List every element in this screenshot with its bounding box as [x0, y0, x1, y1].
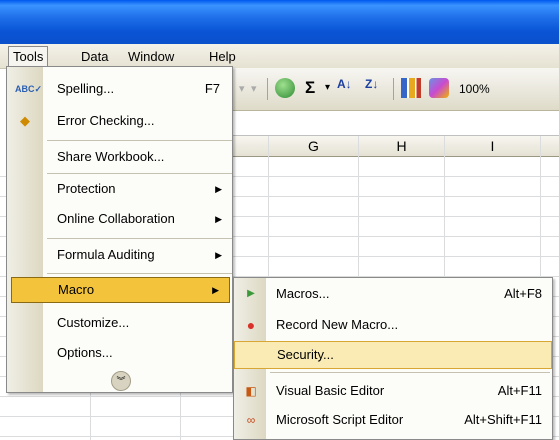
menu-tools[interactable]: Tools — [8, 46, 49, 66]
expand-menu-chevron-icon[interactable]: ︾ — [111, 371, 131, 391]
menu-item-security[interactable]: Security... — [234, 341, 552, 369]
menu-item-error-checking[interactable]: Error Checking... — [43, 108, 232, 134]
play-macro-icon: ▶ — [247, 288, 255, 299]
hyperlink-icon[interactable] — [275, 78, 295, 98]
menu-item-customize[interactable]: Customize... — [43, 310, 232, 336]
menu-item-record-new-macro[interactable]: Record New Macro... — [266, 311, 552, 339]
autosum-icon[interactable]: Σ — [305, 78, 315, 98]
menu-item-protection[interactable]: Protection ▶ — [43, 176, 232, 202]
tools-menu: ABC✓ Spelling... F7 ◆ Error Checking... … — [6, 66, 233, 393]
error-checking-icon: ◆ — [20, 113, 30, 128]
macro-submenu: ▶ Macros... Alt+F8 ● Record New Macro...… — [233, 277, 553, 440]
menu-item-online-collaboration[interactable]: Online Collaboration ▶ — [43, 206, 232, 232]
redo-dropdown-icon[interactable]: ▾ — [251, 82, 257, 95]
standard-toolbar: ▾ ▾ Σ ▾ A↓ Z↓ 100% — [233, 68, 559, 111]
chart-wizard-icon[interactable] — [401, 78, 421, 98]
submenu-arrow-icon: ▶ — [215, 250, 222, 260]
zoom-select[interactable]: 100% — [455, 79, 511, 99]
menu-window[interactable]: Window — [128, 48, 174, 65]
undo-dropdown-icon[interactable]: ▾ — [239, 82, 245, 95]
sort-descending-icon[interactable]: Z↓ — [365, 77, 378, 91]
column-header-g[interactable]: G — [269, 136, 359, 156]
menu-data[interactable]: Data — [81, 48, 108, 65]
drawing-icon[interactable] — [429, 78, 449, 98]
script-editor-icon: ∞ — [246, 413, 256, 427]
menu-item-share-workbook[interactable]: Share Workbook... — [43, 144, 232, 170]
menu-item-macro[interactable]: Macro ▶ — [11, 277, 230, 303]
window-title-bar — [0, 0, 559, 44]
column-header-f[interactable] — [233, 136, 269, 156]
menu-help[interactable]: Help — [209, 48, 236, 65]
submenu-arrow-icon: ▶ — [212, 285, 219, 295]
submenu-arrow-icon: ▶ — [215, 184, 222, 194]
autosum-dropdown-icon[interactable]: ▾ — [325, 82, 330, 93]
column-header-i[interactable]: I — [445, 136, 541, 156]
menu-item-formula-auditing[interactable]: Formula Auditing ▶ — [43, 242, 232, 268]
menu-item-visual-basic-editor[interactable]: Visual Basic Editor Alt+F11 — [266, 377, 552, 405]
sort-ascending-icon[interactable]: A↓ — [337, 77, 352, 91]
column-headers: G H I — [233, 136, 559, 157]
menu-item-options[interactable]: Options... — [43, 340, 232, 366]
menu-item-spelling[interactable]: Spelling... F7 — [43, 76, 232, 102]
vb-editor-icon: ◧ — [245, 384, 257, 398]
column-header-h[interactable]: H — [359, 136, 445, 156]
menu-item-microsoft-script-editor[interactable]: Microsoft Script Editor Alt+Shift+F11 — [266, 406, 552, 434]
menu-item-macros[interactable]: Macros... Alt+F8 — [266, 280, 552, 308]
spelling-abc-icon: ABC✓ — [15, 84, 43, 94]
formula-bar[interactable] — [233, 111, 559, 136]
submenu-arrow-icon: ▶ — [215, 214, 222, 224]
record-icon: ● — [246, 317, 256, 333]
